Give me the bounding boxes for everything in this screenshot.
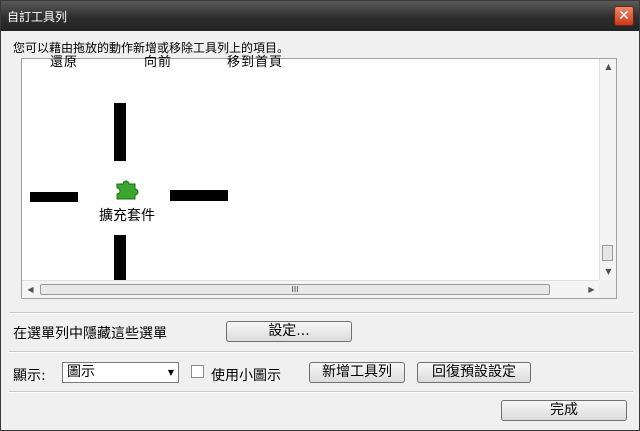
close-button[interactable]: ✕ (614, 6, 634, 26)
toolbar-palette[interactable]: 還原 向前 移到首頁 擴充套件 ▲ ▼ ◀ III ▶ (21, 55, 617, 299)
separator-3 (9, 391, 633, 393)
title-bar[interactable]: 自訂工具列 ✕ (1, 1, 639, 31)
palette-item-cut-1[interactable]: 還原 (50, 51, 78, 70)
scroll-down-icon[interactable]: ▼ (600, 267, 617, 276)
scrollbar-corner (599, 280, 616, 298)
horizontal-scroll-thumb[interactable]: III (40, 284, 550, 295)
drop-indicator-right (170, 190, 228, 201)
small-icons-checkbox[interactable] (191, 365, 204, 378)
scroll-right-icon[interactable]: ▶ (583, 285, 600, 294)
display-label: 顯示: (13, 368, 46, 384)
hide-menus-label: 在選單列中隱藏這些選單 (13, 326, 167, 342)
scroll-grip-icon: III (291, 285, 299, 294)
dialog-title: 自訂工具列 (7, 10, 68, 24)
small-icons-label[interactable]: 使用小圖示 (211, 365, 281, 385)
scroll-left-icon[interactable]: ◀ (22, 285, 39, 294)
palette-item-extensions[interactable]: 擴充套件 (92, 177, 162, 225)
display-mode-select[interactable]: 圖示 ▼ (62, 362, 179, 383)
customize-toolbar-dialog: 自訂工具列 ✕ 您可以藉由拖放的動作新增或移除工具列上的項目。 還原 向前 移到… (0, 0, 640, 431)
add-toolbar-button[interactable]: 新增工具列 (309, 362, 405, 383)
close-icon: ✕ (618, 8, 630, 24)
horizontal-scrollbar[interactable]: ◀ III ▶ (22, 280, 601, 298)
puzzle-piece-icon (116, 180, 139, 200)
restore-defaults-button[interactable]: 回復預設設定 (417, 362, 531, 383)
palette-item-cut-2[interactable]: 向前 (144, 51, 172, 70)
menu-settings-button[interactable]: 設定... (226, 321, 352, 342)
done-button[interactable]: 完成 (501, 400, 627, 421)
vertical-scrollbar[interactable]: ▲ ▼ (599, 59, 616, 281)
drop-indicator-top (114, 103, 126, 161)
separator-1 (9, 312, 633, 314)
drop-indicator-bottom (114, 235, 126, 281)
separator-2 (9, 351, 633, 353)
palette-item-cut-3[interactable]: 移到首頁 (227, 51, 283, 70)
vertical-scroll-thumb[interactable] (602, 245, 613, 261)
drop-indicator-left (30, 192, 78, 202)
chevron-down-icon: ▼ (167, 368, 174, 377)
scroll-up-icon[interactable]: ▲ (600, 62, 617, 71)
display-mode-value: 圖示 (67, 364, 95, 380)
extensions-label: 擴充套件 (99, 208, 155, 224)
